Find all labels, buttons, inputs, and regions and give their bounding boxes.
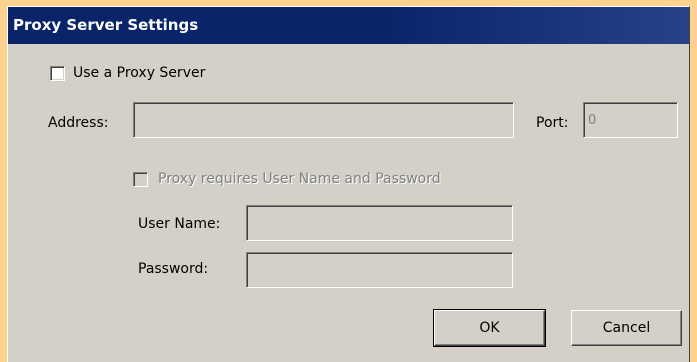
password-input[interactable] bbox=[247, 253, 512, 287]
cancel-button[interactable]: Cancel bbox=[571, 310, 682, 346]
address-field[interactable] bbox=[133, 102, 514, 138]
requires-auth-label[interactable]: Proxy requires User Name and Password bbox=[158, 171, 441, 187]
password-field[interactable] bbox=[246, 252, 513, 288]
use-proxy-checkbox[interactable] bbox=[50, 66, 65, 81]
ok-button[interactable]: OK bbox=[433, 309, 546, 347]
proxy-settings-dialog: Proxy Server Settings Use a Proxy Server… bbox=[7, 6, 690, 362]
port-input[interactable] bbox=[584, 103, 677, 137]
port-field[interactable] bbox=[583, 102, 678, 138]
address-input[interactable] bbox=[134, 103, 513, 137]
username-input[interactable] bbox=[247, 206, 512, 240]
requires-auth-checkbox[interactable] bbox=[133, 172, 148, 187]
password-label: Password: bbox=[138, 261, 209, 277]
dialog-title: Proxy Server Settings bbox=[8, 7, 689, 44]
address-label: Address: bbox=[48, 115, 109, 131]
username-label: User Name: bbox=[138, 216, 221, 232]
username-field[interactable] bbox=[246, 205, 513, 241]
port-label: Port: bbox=[536, 115, 569, 131]
use-proxy-label[interactable]: Use a Proxy Server bbox=[73, 65, 205, 81]
